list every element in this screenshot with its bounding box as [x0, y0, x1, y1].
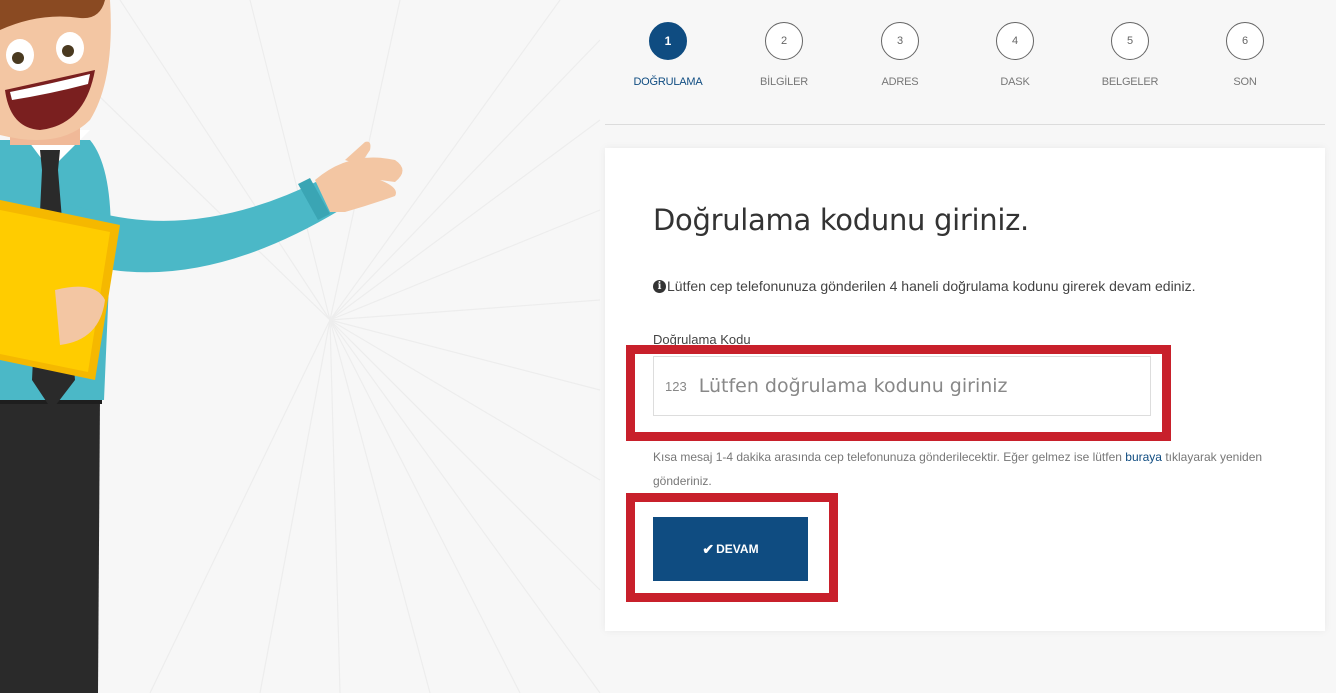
sms-helper-text: Kısa mesaj 1-4 dakika arasında cep telef…	[653, 445, 1303, 493]
page-title: Doğrulama kodunu giriniz.	[653, 203, 1029, 237]
step-son: 6 SON	[1190, 22, 1300, 88]
step-belgeler: 5 BELGELER	[1075, 22, 1185, 88]
info-text: Lütfen cep telefonunuza gönderilen 4 han…	[667, 278, 1196, 294]
step-adres: 3 ADRES	[845, 22, 955, 88]
step-number: 1	[649, 22, 687, 60]
step-dogrulama: 1 DOĞRULAMA	[613, 22, 723, 88]
step-number: 5	[1111, 22, 1149, 60]
info-message: i Lütfen cep telefonunuza gönderilen 4 h…	[653, 278, 1195, 294]
step-number: 6	[1226, 22, 1264, 60]
helper-text-before: Kısa mesaj 1-4 dakika arasında cep telef…	[653, 450, 1126, 464]
character-illustration	[0, 0, 403, 693]
info-icon: i	[653, 279, 666, 293]
step-number: 3	[881, 22, 919, 60]
step-number: 2	[765, 22, 803, 60]
step-label: BİLGİLER	[760, 76, 808, 88]
step-number: 4	[996, 22, 1034, 60]
step-label: SON	[1233, 76, 1257, 88]
input-highlight-box	[626, 345, 1171, 441]
step-label: ADRES	[881, 76, 919, 88]
step-bilgiler: 2 BİLGİLER	[729, 22, 839, 88]
step-label: DOĞRULAMA	[633, 76, 703, 88]
button-highlight-box	[626, 493, 838, 602]
step-label: BELGELER	[1101, 76, 1159, 88]
resend-link[interactable]: buraya	[1125, 450, 1162, 464]
step-label: DASK	[1000, 76, 1030, 88]
progress-stepper: 1 DOĞRULAMA 2 BİLGİLER 3 ADRES 4 DASK 5 …	[605, 22, 1325, 125]
step-dask: 4 DASK	[960, 22, 1070, 88]
